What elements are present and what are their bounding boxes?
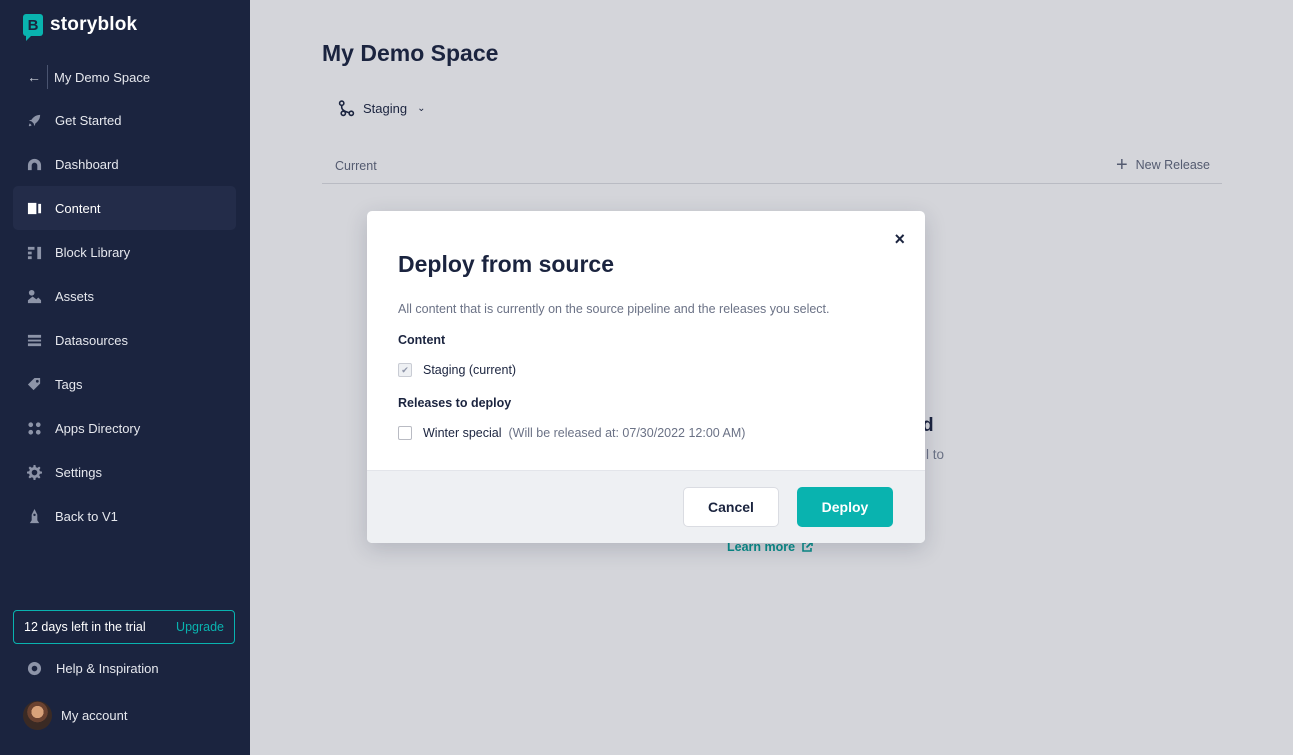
sidebar-item-label: Settings (55, 464, 102, 480)
sidebar-nav: Get Started Dashboard Content Block Libr… (13, 98, 236, 538)
help-link[interactable]: Help & Inspiration (26, 656, 159, 680)
content-option-staging: ✔ Staging (current) (398, 363, 516, 377)
sidebar-item-tags[interactable]: Tags (13, 362, 236, 406)
sidebar-item-label: Back to V1 (55, 508, 118, 524)
sidebar-item-label: Tags (55, 376, 83, 392)
releases-section-label: Releases to deploy (398, 396, 512, 410)
release-date-note: (Will be released at: 07/30/2022 12:00 A… (508, 426, 746, 440)
page-title: My Demo Space (322, 40, 499, 66)
logo-text: storyblok (50, 14, 138, 35)
release-checkbox[interactable] (398, 426, 412, 440)
new-release-label: New Release (1135, 158, 1210, 172)
cancel-button[interactable]: Cancel (683, 487, 779, 527)
lifebuoy-icon (26, 660, 42, 676)
trial-text: 12 days left in the trial (24, 620, 146, 634)
sidebar-item-block-library[interactable]: Block Library (13, 230, 236, 274)
plus-icon: + (1115, 154, 1128, 176)
deploy-modal: × Deploy from source All content that is… (367, 211, 925, 543)
new-release-button[interactable]: + New Release (1115, 154, 1210, 176)
rocket-icon (26, 112, 42, 128)
modal-description: All content that is currently on the sou… (398, 302, 830, 316)
content-option-label: Staging (current) (423, 363, 517, 377)
sidebar-item-back-to-v1[interactable]: Back to V1 (13, 494, 236, 538)
logo-mark-icon: B (23, 14, 43, 41)
release-name: Winter special (423, 426, 502, 440)
account-label: My account (61, 708, 128, 723)
sidebar-item-content[interactable]: Content (13, 186, 236, 230)
close-icon[interactable]: × (894, 229, 905, 249)
sidebar-item-apps-directory[interactable]: Apps Directory (13, 406, 236, 450)
empty-state-text: l to (926, 447, 945, 462)
pipeline-icon (338, 100, 355, 117)
datasources-icon (26, 332, 42, 348)
sidebar-item-get-started[interactable]: Get Started (13, 98, 236, 142)
gear-icon (26, 464, 42, 480)
tag-icon (26, 376, 42, 392)
dashboard-icon (26, 156, 42, 172)
sidebar-item-label: Block Library (55, 244, 131, 260)
sidebar-item-datasources[interactable]: Datasources (13, 318, 236, 362)
trial-banner: 12 days left in the trial Upgrade (13, 610, 235, 644)
sidebar-item-settings[interactable]: Settings (13, 450, 236, 494)
assets-icon (26, 288, 42, 304)
apps-icon (26, 420, 42, 436)
divider (47, 65, 48, 89)
sidebar-item-label: Content (55, 200, 101, 216)
account-menu[interactable]: My account (23, 701, 127, 730)
modal-footer: Cancel Deploy (367, 470, 925, 543)
content-icon (26, 200, 42, 216)
checkmark-icon: ✔ (398, 363, 412, 377)
release-option-winter-special[interactable]: Winter special (Will be released at: 07/… (398, 426, 745, 440)
sidebar-item-label: Datasources (55, 332, 128, 348)
upgrade-link[interactable]: Upgrade (176, 620, 224, 634)
arrow-left-icon[interactable]: ← (27, 69, 41, 85)
pipeline-name: Staging (363, 101, 408, 116)
chevron-down-icon: ⌄ (417, 103, 426, 114)
sidebar-item-label: Assets (55, 288, 95, 304)
space-name: My Demo Space (54, 69, 151, 85)
pipeline-selector[interactable]: Staging ⌄ (338, 100, 425, 117)
sidebar-item-label: Get Started (55, 112, 122, 128)
blocks-icon (26, 244, 42, 260)
sidebar-item-dashboard[interactable]: Dashboard (13, 142, 236, 186)
help-label: Help & Inspiration (56, 660, 159, 676)
space-switcher[interactable]: ← My Demo Space (27, 65, 150, 89)
sidebar: B storyblok ← My Demo Space Get Started … (0, 0, 250, 755)
modal-title: Deploy from source (398, 251, 614, 277)
sidebar-item-label: Dashboard (55, 156, 119, 172)
content-section-label: Content (398, 333, 446, 347)
sidebar-item-assets[interactable]: Assets (13, 274, 236, 318)
tab-current[interactable]: Current (335, 159, 377, 173)
logo[interactable]: B storyblok (23, 14, 138, 41)
back-v1-icon (26, 508, 42, 524)
deploy-button[interactable]: Deploy (797, 487, 893, 527)
avatar (23, 701, 52, 730)
sidebar-item-label: Apps Directory (55, 420, 141, 436)
release-tabs: Current + New Release (322, 150, 1222, 184)
